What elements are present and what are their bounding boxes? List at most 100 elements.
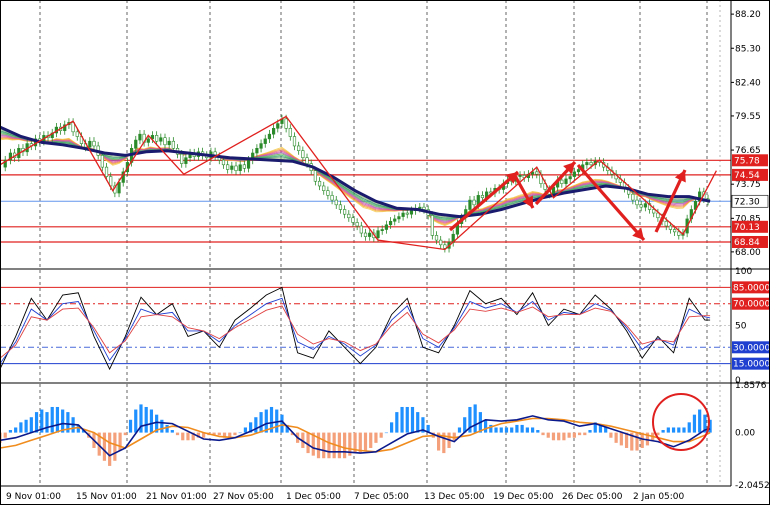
macd-histogram-bar (128, 419, 133, 433)
macd-histogram-bar (405, 406, 409, 433)
macd-histogram-bar (118, 432, 122, 451)
price-tick-label: 82.40 (735, 78, 761, 88)
macd-histogram-bar (165, 424, 169, 433)
time-tick-label: 19 Dec 05:00 (493, 492, 554, 502)
macd-histogram-bar (698, 409, 702, 433)
candle-body (434, 235, 439, 241)
candle-body (180, 153, 184, 164)
time-tick-label: 2 Jan 05:00 (633, 492, 685, 502)
macd-histogram-bar (45, 412, 49, 433)
macd-histogram-bar (238, 432, 242, 434)
candle-body (88, 140, 92, 148)
macd-histogram-bar (186, 432, 190, 441)
candle-body (535, 171, 539, 175)
candle-body (297, 145, 301, 151)
candle-body (163, 137, 167, 146)
candle-body (351, 217, 355, 223)
macd-histogram-bar (149, 409, 154, 433)
stochastic-tick-label: 100 (735, 267, 752, 277)
stochastic-tick-label: 50 (735, 322, 747, 332)
candle-body (263, 138, 267, 144)
candle-body (572, 171, 576, 177)
macd-histogram-bar (34, 412, 39, 433)
time-tick-label: 26 Dec 05:00 (562, 492, 623, 502)
candle-body (326, 190, 330, 196)
price-tick-label: 73.75 (735, 180, 761, 190)
macd-histogram-bar (457, 427, 462, 433)
candle-body (338, 204, 343, 210)
candle-body (518, 175, 522, 177)
candle-body (322, 185, 326, 191)
price-chart[interactable]: 88.2085.3082.4079.5576.6573.7570.8568.00… (0, 0, 770, 505)
candle-body (664, 220, 668, 227)
candle-body (468, 199, 472, 210)
candle-body (159, 137, 163, 142)
macd-histogram-bar (395, 412, 399, 433)
candle-body (184, 157, 188, 164)
time-tick-label: 21 Nov 01:00 (146, 492, 207, 502)
price-tick-label: 85.30 (735, 44, 761, 54)
macd-histogram-bar (562, 432, 566, 441)
macd-histogram-bar (400, 406, 404, 433)
macd-histogram-bar (55, 406, 60, 433)
macd-histogram-bar (170, 430, 174, 433)
candle-body (292, 136, 297, 147)
stochastic-level-label: 30.0000 (733, 343, 770, 353)
candle-body (422, 206, 426, 210)
candle-body (589, 162, 593, 166)
level-badge-label: 75.78 (734, 156, 760, 166)
level-badge-label: 70.13 (734, 223, 760, 233)
candle-body (134, 139, 138, 149)
macd-histogram-bar (243, 427, 248, 433)
macd-histogram-bar (541, 432, 545, 436)
macd-histogram-bar (609, 432, 613, 438)
macd-histogram-bar (671, 427, 676, 433)
candle-body (359, 225, 363, 234)
current-price-label: 72.30 (734, 197, 760, 207)
macd-histogram-bar (102, 432, 107, 461)
candle-body (472, 199, 476, 206)
candle-body (639, 204, 643, 208)
candle-body (384, 224, 388, 230)
candle-body (313, 170, 317, 182)
price-tick-label: 68.00 (735, 248, 761, 258)
macd-histogram-bar (494, 427, 498, 433)
candle-body (668, 225, 673, 230)
candle-body (393, 218, 397, 222)
level-badge-label: 74.54 (734, 171, 760, 181)
candle-body (652, 209, 656, 214)
candle-body (355, 222, 359, 227)
candle-body (388, 220, 393, 226)
macd-tick-label: 0.00 (735, 429, 755, 439)
macd-histogram-bar (374, 432, 378, 443)
candle-body (635, 199, 639, 206)
macd-histogram-bar (363, 432, 368, 451)
candle-body (343, 209, 347, 215)
candle-body (284, 118, 288, 129)
macd-histogram-bar (515, 424, 519, 433)
level-badge-label: 68.84 (734, 238, 760, 248)
candle-body (230, 165, 234, 170)
candle-body (288, 127, 292, 137)
macd-histogram-bar (551, 432, 556, 441)
macd-histogram-bar (410, 406, 415, 433)
macd-histogram-bar (682, 427, 686, 433)
macd-histogram-bar (280, 414, 284, 433)
candle-body (246, 159, 251, 169)
candle-body (631, 193, 635, 201)
candle-body (226, 164, 230, 170)
candle-body (167, 140, 171, 146)
macd-histogram-bar (306, 432, 310, 454)
macd-histogram-bar (175, 432, 180, 436)
candle-body (480, 195, 485, 199)
macd-histogram-bar (384, 432, 388, 434)
macd-histogram-bar (567, 432, 571, 438)
candle-body (242, 164, 246, 169)
candle-body (155, 135, 159, 142)
candle-body (305, 157, 309, 164)
macd-histogram-bar (3, 432, 7, 438)
time-tick-label: 13 Dec 05:00 (424, 492, 485, 502)
stochastic-level-label: 15.0000 (733, 360, 770, 370)
price-tick-label: 79.55 (735, 112, 761, 122)
macd-histogram-bar (635, 432, 639, 451)
